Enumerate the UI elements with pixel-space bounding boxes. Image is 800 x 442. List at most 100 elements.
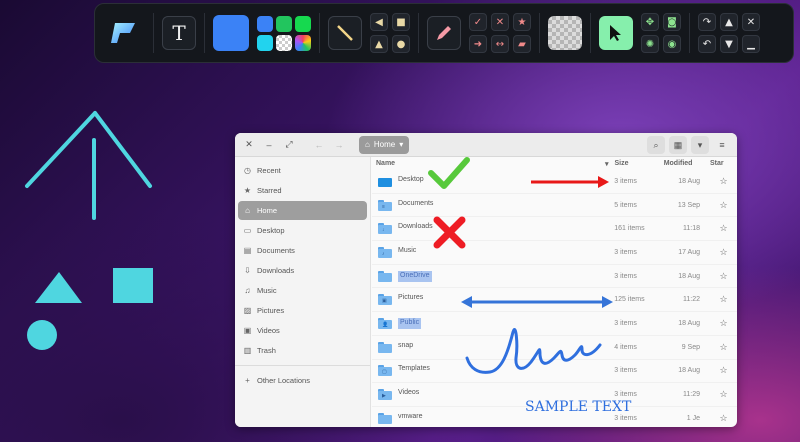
plus-icon: + bbox=[245, 376, 250, 385]
close-icon[interactable]: ✕ bbox=[742, 13, 760, 31]
sidebar-item-music[interactable]: ♫ Music bbox=[238, 281, 367, 300]
close-window-icon[interactable]: ✕ bbox=[241, 137, 257, 153]
star-icon[interactable]: ☆ bbox=[710, 247, 737, 258]
undo-icon[interactable]: ↶ bbox=[698, 35, 716, 53]
sidebar-item-pictures[interactable]: ▨ Pictures bbox=[238, 301, 367, 320]
fill-pattern-button[interactable] bbox=[548, 16, 582, 50]
table-row[interactable]: ▣ Pictures 125 items 11:22 ☆ bbox=[372, 288, 737, 313]
circle-shape-icon[interactable]: ● bbox=[392, 35, 410, 53]
star-icon[interactable]: ☆ bbox=[710, 271, 737, 282]
minimize-window-icon[interactable]: – bbox=[261, 137, 277, 153]
sidebar-item-recent[interactable]: ◷ Recent bbox=[238, 161, 367, 180]
redo-icon[interactable]: ↷ bbox=[698, 13, 716, 31]
home-icon: ⌂ bbox=[365, 140, 370, 149]
file-name: Templates bbox=[398, 365, 430, 373]
star-icon[interactable]: ☆ bbox=[710, 389, 737, 400]
color-swatch-blue[interactable] bbox=[257, 15, 273, 32]
column-modified[interactable]: Modified bbox=[664, 160, 710, 167]
star-icon[interactable]: ☆ bbox=[710, 318, 737, 329]
current-color-swatch[interactable] bbox=[213, 15, 249, 51]
sidebar-item-downloads[interactable]: ⇩ Downloads bbox=[238, 261, 367, 280]
table-row[interactable]: ≡ Documents 5 items 13 Sep ☆ bbox=[372, 194, 737, 218]
double-arrow-stamp-icon[interactable]: ↔ bbox=[491, 35, 509, 53]
star-icon[interactable]: ☆ bbox=[710, 294, 737, 305]
column-name[interactable]: Name ▾ bbox=[372, 160, 614, 168]
rectangle-shape-icon[interactable]: ■ bbox=[392, 13, 410, 31]
path-bar-home[interactable]: ⌂ Home ▾ bbox=[359, 135, 410, 154]
file-name: Public bbox=[398, 317, 422, 329]
sidebar-item-documents[interactable]: ▤ Documents bbox=[238, 241, 367, 260]
sidebar-item-label: Other Locations bbox=[257, 376, 310, 385]
sidebar-item-label: Documents bbox=[257, 246, 295, 255]
table-row[interactable]: 👤 Public 3 items 18 Aug ☆ bbox=[372, 312, 737, 336]
star-icon[interactable]: ☆ bbox=[710, 223, 737, 234]
column-size[interactable]: Size bbox=[614, 160, 663, 167]
color-swatch-transparent[interactable] bbox=[276, 34, 292, 51]
folder-icon bbox=[378, 341, 392, 353]
sidebar-item-home[interactable]: ⌂ Home bbox=[238, 201, 367, 220]
forward-icon[interactable]: → bbox=[331, 137, 347, 153]
app-logo bbox=[105, 13, 145, 53]
view-grid-icon[interactable]: ▦ bbox=[669, 136, 687, 154]
sidebar-item-starred[interactable]: ★ Starred bbox=[238, 181, 367, 200]
cursor-icon bbox=[610, 25, 621, 41]
color-picker-icon[interactable] bbox=[295, 34, 311, 51]
table-row[interactable]: snap 4 items 9 Sep ☆ bbox=[372, 336, 737, 360]
file-size: 125 items bbox=[614, 296, 645, 304]
sidebar-item-trash[interactable]: ▥ Trash bbox=[238, 341, 367, 360]
table-row[interactable]: OneDrive 3 items 18 Aug ☆ bbox=[372, 265, 737, 289]
sort-icon: ▾ bbox=[604, 160, 609, 168]
star-icon[interactable]: ☆ bbox=[710, 176, 737, 187]
star-icon[interactable]: ☆ bbox=[710, 365, 737, 376]
table-row[interactable]: Desktop 3 items 18 Aug ☆ bbox=[372, 170, 737, 194]
star-stamp-icon[interactable]: ★ bbox=[513, 13, 531, 31]
sidebar-item-desktop[interactable]: ▭ Desktop bbox=[238, 221, 367, 240]
star-icon[interactable]: ☆ bbox=[710, 342, 737, 353]
cross-stamp-icon[interactable]: ✕ bbox=[491, 13, 509, 31]
eye-icon[interactable]: ◉ bbox=[663, 35, 681, 53]
sidebar-item-label: Trash bbox=[257, 346, 276, 355]
annotation-toolbar: T ◀ ■ ▲ ● ✓ ✕ ★ ➜ ↔ ▰ ✥ ◙ ✺ ◉ ↷ ▲ ✕ ↶ ▼ … bbox=[94, 3, 794, 63]
text-tool-button[interactable]: T bbox=[162, 16, 196, 50]
table-row[interactable]: ♪ Music 3 items 17 Aug ☆ bbox=[372, 241, 737, 265]
move-icon[interactable]: ✥ bbox=[641, 13, 659, 31]
minimize-icon[interactable]: ▁ bbox=[742, 35, 760, 53]
check-stamp-icon[interactable]: ✓ bbox=[469, 13, 487, 31]
move-down-icon[interactable]: ▼ bbox=[720, 35, 738, 53]
eraser-icon[interactable]: ▰ bbox=[513, 35, 531, 53]
arrow-shape-icon[interactable]: ◀ bbox=[370, 13, 388, 31]
column-star[interactable]: Star bbox=[710, 160, 737, 167]
select-tool-button[interactable] bbox=[599, 16, 633, 50]
table-row[interactable]: ↓ Downloads 161 items 11:18 ☆ bbox=[372, 217, 737, 242]
folder-icon: ▶ bbox=[378, 389, 392, 401]
effects-icon[interactable]: ✺ bbox=[641, 35, 659, 53]
star-icon[interactable]: ☆ bbox=[710, 413, 737, 424]
places-sidebar: ◷ Recent ★ Starred ⌂ Home ▭ Desktop ▤ Documents ⇩ D… bbox=[235, 157, 371, 427]
pencil-tool-button[interactable] bbox=[427, 16, 461, 50]
sidebar-item-other-locations[interactable]: + Other Locations bbox=[238, 371, 367, 390]
file-name-cell: snap bbox=[372, 341, 614, 353]
menu-icon[interactable]: ≡ bbox=[713, 136, 731, 154]
folder-icon: ≡ bbox=[378, 199, 392, 211]
view-options-icon[interactable]: ▾ bbox=[691, 136, 709, 154]
color-swatch-bright-green[interactable] bbox=[295, 15, 311, 32]
search-icon[interactable]: ⌕ bbox=[647, 136, 665, 154]
sidebar-item-videos[interactable]: ▣ Videos bbox=[238, 321, 367, 340]
move-up-icon[interactable]: ▲ bbox=[720, 13, 738, 31]
file-modified: 11:22 bbox=[683, 296, 701, 304]
arrow-stamp-icon[interactable]: ➜ bbox=[469, 35, 487, 53]
triangle-shape-icon[interactable]: ▲ bbox=[370, 35, 388, 53]
color-swatch-cyan[interactable] bbox=[257, 34, 273, 51]
maximize-window-icon[interactable]: ⤢ bbox=[281, 137, 297, 153]
line-tool-button[interactable] bbox=[328, 16, 362, 50]
desktop-folder-icon bbox=[378, 176, 392, 187]
table-row[interactable]: ▢ Templates 3 items 18 Aug ☆ bbox=[372, 360, 737, 384]
square-shape bbox=[113, 268, 153, 303]
file-modified: 18 Aug bbox=[678, 319, 701, 327]
color-swatch-green[interactable] bbox=[276, 15, 292, 32]
star-icon[interactable]: ☆ bbox=[710, 200, 737, 211]
back-icon[interactable]: ← bbox=[311, 137, 327, 153]
file-name-cell: ♪ Music bbox=[372, 246, 614, 258]
camera-icon[interactable]: ◙ bbox=[663, 13, 681, 31]
file-size: 3 items bbox=[614, 272, 637, 280]
